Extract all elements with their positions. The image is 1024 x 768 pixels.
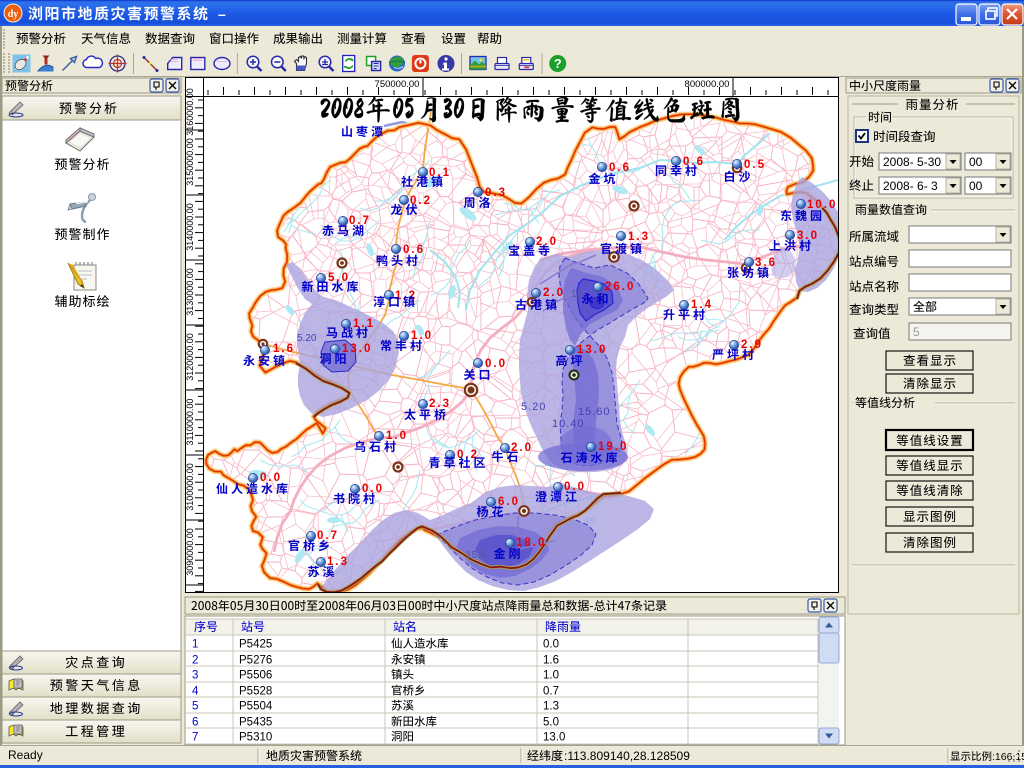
svg-text:?: ? (554, 56, 562, 71)
svg-text:5: 5 (192, 701, 198, 713)
svg-text:0.6: 0.6 (403, 244, 425, 256)
svg-text:2: 2 (192, 655, 198, 667)
svg-text:1.0: 1.0 (411, 330, 433, 342)
svg-text:0.5: 0.5 (744, 159, 766, 171)
svg-text:P5276: P5276 (239, 655, 272, 667)
svg-text:15.60: 15.60 (578, 406, 611, 418)
svg-text:3090000.00: 3090000.00 (185, 528, 195, 576)
svg-text:3120000.00: 3120000.00 (185, 333, 195, 381)
svg-text:3160000.00: 3160000.00 (185, 88, 195, 136)
svg-text:18.0: 18.0 (516, 537, 546, 549)
svg-text:2.0: 2.0 (543, 287, 565, 299)
svg-text:13.0: 13.0 (577, 344, 607, 356)
svg-text:5.20: 5.20 (521, 401, 546, 413)
svg-text:3.0: 3.0 (797, 230, 819, 242)
svg-text:0.0: 0.0 (543, 639, 559, 651)
svg-text:00: 00 (969, 155, 983, 169)
svg-text:0.7: 0.7 (317, 530, 339, 542)
svg-text:P5435: P5435 (239, 717, 272, 729)
svg-text:13.0: 13.0 (543, 732, 565, 744)
svg-text:P5506: P5506 (239, 670, 272, 682)
svg-text:0.7: 0.7 (349, 215, 371, 227)
svg-text:–: – (218, 6, 226, 22)
svg-text:P5528: P5528 (239, 686, 272, 698)
svg-text::113.809140,28.128509: :113.809140,28.128509 (564, 749, 690, 763)
svg-text:800000.00: 800000.00 (685, 79, 730, 90)
svg-text:5.0: 5.0 (543, 717, 559, 729)
svg-text:1.0: 1.0 (543, 670, 559, 682)
svg-text:6.0: 6.0 (498, 496, 520, 508)
svg-text:1: 1 (192, 639, 198, 651)
svg-text:0.0: 0.0 (485, 358, 507, 370)
svg-text:0.7: 0.7 (543, 686, 559, 698)
svg-text:3130000.00: 3130000.00 (185, 268, 195, 316)
svg-text:P5504: P5504 (239, 701, 273, 713)
svg-text:00: 00 (969, 179, 983, 193)
svg-text:1.3: 1.3 (327, 556, 349, 568)
svg-text:0.3: 0.3 (485, 187, 507, 199)
svg-text:5.0: 5.0 (328, 272, 350, 284)
svg-text:15.6: 15.6 (466, 550, 486, 561)
svg-text:dy: dy (8, 9, 19, 20)
svg-text:7: 7 (192, 732, 198, 744)
svg-text:3100000.00: 3100000.00 (185, 463, 195, 511)
svg-text:26.0: 26.0 (605, 281, 635, 293)
svg-text:P5310: P5310 (239, 732, 272, 744)
svg-text:6: 6 (192, 717, 198, 729)
svg-text:5.20: 5.20 (297, 333, 317, 344)
svg-text:3150000.00: 3150000.00 (185, 138, 195, 186)
svg-text:3: 3 (192, 670, 198, 682)
svg-text:1.6: 1.6 (543, 655, 559, 667)
svg-text:2008- 5-30: 2008- 5-30 (883, 155, 941, 169)
svg-text:0.0: 0.0 (260, 472, 282, 484)
svg-text:Ready: Ready (8, 748, 43, 762)
svg-text:1.3: 1.3 (628, 231, 650, 243)
svg-text:1.1: 1.1 (353, 318, 375, 330)
svg-text:5: 5 (913, 325, 920, 339)
svg-text:2008- 6- 3: 2008- 6- 3 (883, 179, 938, 193)
svg-text:3110000.00: 3110000.00 (185, 399, 195, 446)
svg-text:750000.00: 750000.00 (375, 79, 420, 90)
svg-text:0.6: 0.6 (609, 162, 631, 174)
svg-text:2.3: 2.3 (429, 398, 451, 410)
svg-text:0.6: 0.6 (683, 156, 705, 168)
svg-text:1.0: 1.0 (386, 430, 408, 442)
svg-text:3140000.00: 3140000.00 (185, 203, 195, 251)
svg-text:4: 4 (192, 686, 199, 698)
svg-text:13.0: 13.0 (342, 343, 372, 355)
svg-text:1.4: 1.4 (691, 299, 713, 311)
svg-text:1.3: 1.3 (543, 701, 559, 713)
svg-text:10.40: 10.40 (552, 418, 585, 430)
svg-text:10.0: 10.0 (807, 199, 837, 211)
svg-text:P5425: P5425 (239, 639, 272, 651)
svg-text:1.6: 1.6 (273, 343, 295, 355)
svg-text:19.0: 19.0 (598, 441, 628, 453)
